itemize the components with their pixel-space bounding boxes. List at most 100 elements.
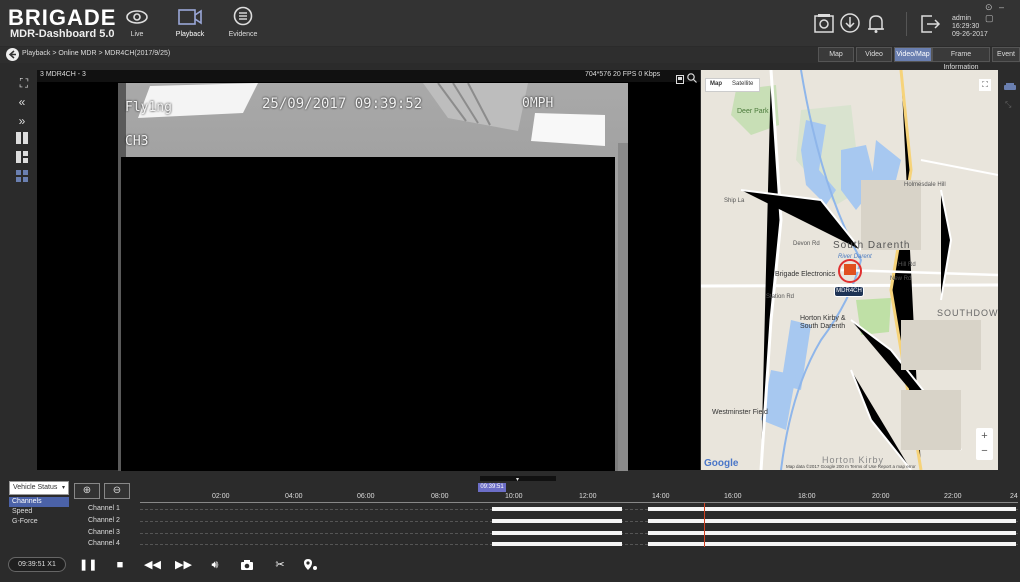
eye-icon <box>126 10 148 24</box>
map-type-toggle[interactable]: Map Satellite <box>705 78 760 92</box>
status-item-gforce[interactable]: G-Force <box>9 517 69 527</box>
rewind-icon[interactable]: ◀◀ <box>144 557 161 573</box>
playback-time-speed: 09:39:51 X1 <box>8 557 66 572</box>
split-three-icon[interactable] <box>15 151 29 165</box>
recording-segment[interactable] <box>492 542 622 546</box>
nav-evidence[interactable]: Evidence <box>221 6 265 44</box>
time-tick: 04:00 <box>285 493 303 500</box>
snapshot-icon[interactable] <box>676 71 684 84</box>
chat-list-icon <box>233 6 253 26</box>
time-tick: 20:00 <box>872 493 890 500</box>
divider <box>906 12 907 36</box>
user-info: admin 16:29:30 09-26-2017 <box>952 15 988 39</box>
zoom-icon[interactable] <box>687 70 697 83</box>
time-tick: 10:00 <box>505 493 523 500</box>
rewind-double-icon[interactable]: « <box>15 95 29 109</box>
download-icon[interactable] <box>839 12 863 36</box>
map-fullscreen-icon[interactable]: ⛶ <box>979 79 991 91</box>
right-strip <box>998 70 1020 470</box>
window-controls[interactable]: ⊙ – ▢ <box>985 2 1020 24</box>
map-place-label: Brigade Electronics <box>775 271 836 278</box>
pause-icon[interactable]: ❚❚ <box>79 557 97 573</box>
chevron-down-icon: ▾ <box>516 477 520 483</box>
recording-segment[interactable] <box>492 519 622 523</box>
map-place-label: River Darent <box>838 254 872 260</box>
time-tick: 22:00 <box>944 493 962 500</box>
nav-playback[interactable]: Playback <box>168 6 212 44</box>
split-four-icon[interactable] <box>15 170 29 184</box>
map-zoom-in-button[interactable]: + <box>976 428 993 444</box>
map-place-label: New Rd <box>890 276 912 282</box>
nav-live-label: Live <box>130 31 144 38</box>
channel-label: Channel 3 <box>88 529 120 536</box>
map-place-label: Station Rd <box>766 294 795 300</box>
brand-logo: BRIGADE <box>8 5 117 30</box>
app-subtitle: MDR-Dashboard 5.0 <box>10 28 115 40</box>
logout-icon[interactable] <box>918 12 942 36</box>
volume-icon[interactable]: 🔊︎ <box>207 557 223 573</box>
map-zoom-out-button[interactable]: − <box>976 444 993 460</box>
channel-label: Channel 2 <box>88 517 120 524</box>
forward-double-icon[interactable]: » <box>15 114 29 128</box>
time-tick: 06:00 <box>357 493 375 500</box>
map-place-label: Hill Rd <box>898 262 916 268</box>
map-place-label: Westminster Field <box>712 409 768 416</box>
status-item-speed[interactable]: Speed <box>9 507 69 517</box>
map-place-label: Deer Park <box>737 108 769 115</box>
car-icon[interactable] <box>1003 79 1017 90</box>
osd-speed: 0MPH <box>522 96 554 111</box>
vehicle-status-value: Vehicle Status <box>13 484 58 491</box>
map-place-label: SOUTHDOWN <box>937 308 1006 318</box>
tab-map[interactable]: Map <box>818 47 854 62</box>
video-channel-label: 3 MDR4CH - 3 <box>40 71 86 78</box>
recording-segment[interactable] <box>492 531 622 535</box>
zoom-in-button[interactable]: ⊕ <box>74 483 100 499</box>
map-zoom-control: + − <box>976 428 993 460</box>
channel-label: Channel 4 <box>88 540 120 547</box>
recording-segment[interactable] <box>492 507 622 511</box>
channel-label: Channel 1 <box>88 505 120 512</box>
collapse-icon[interactable]: ⤡ <box>1005 100 1015 110</box>
zoom-out-button[interactable]: ⊖ <box>104 483 130 499</box>
fast-forward-icon[interactable]: ▶▶ <box>175 557 192 573</box>
time-tick: 02:00 <box>212 493 230 500</box>
tab-video[interactable]: Video <box>856 47 892 62</box>
scissors-icon[interactable]: ✂ <box>272 557 288 573</box>
timeline-cursor-time: 09:39:51 <box>478 483 506 492</box>
status-item-channels[interactable]: Channels <box>9 497 69 507</box>
time-tick: 12:00 <box>579 493 597 500</box>
map-place-label: Holmesdale Hill <box>904 182 946 188</box>
time-tick: 18:00 <box>798 493 816 500</box>
nav-evidence-label: Evidence <box>228 31 258 38</box>
chevron-down-icon: ▾ <box>61 485 65 491</box>
vehicle-marker-label[interactable]: MDR4CH <box>834 286 864 297</box>
split-two-icon[interactable] <box>15 132 29 146</box>
user-date: 09-26-2017 <box>952 31 988 38</box>
tab-frame-information[interactable]: Frame Information <box>932 47 990 71</box>
map-attribution[interactable]: Map data ©2017 Google 200 m Terms of Use… <box>786 464 916 469</box>
osd-vehicle-name: Fly1ng <box>125 100 172 115</box>
breadcrumb[interactable]: Playback > Online MDR > MDR4CH(2017/9/25… <box>22 50 170 57</box>
back-arrow-icon[interactable] <box>6 48 19 61</box>
google-logo: Google <box>704 458 739 469</box>
map-type-map[interactable]: Map <box>710 81 722 87</box>
user-time: 16:29:30 <box>952 23 980 30</box>
map-type-satellite[interactable]: Satellite <box>732 81 753 87</box>
event-marker <box>704 503 705 547</box>
time-tick: 08:00 <box>431 493 449 500</box>
bell-icon[interactable] <box>865 12 889 36</box>
nav-live[interactable]: Live <box>115 6 159 44</box>
tab-video-map[interactable]: Video/Map <box>894 47 932 62</box>
stop-icon[interactable]: ■ <box>112 557 128 573</box>
left-toolbar <box>0 70 36 470</box>
settings-doc-icon[interactable] <box>813 12 837 36</box>
map-place-label: South Darenth <box>833 240 911 251</box>
osd-channel: CH3 <box>125 134 149 149</box>
fullscreen-icon[interactable]: ⛶ <box>17 76 31 90</box>
vehicle-status-select[interactable]: Vehicle Status ▾ <box>9 481 69 495</box>
camera-snapshot-icon[interactable] <box>239 557 255 573</box>
tab-event[interactable]: Event <box>992 47 1020 62</box>
location-track-icon[interactable] <box>303 557 319 573</box>
time-tick: 16:00 <box>724 493 742 500</box>
nav-playback-label: Playback <box>175 31 205 38</box>
